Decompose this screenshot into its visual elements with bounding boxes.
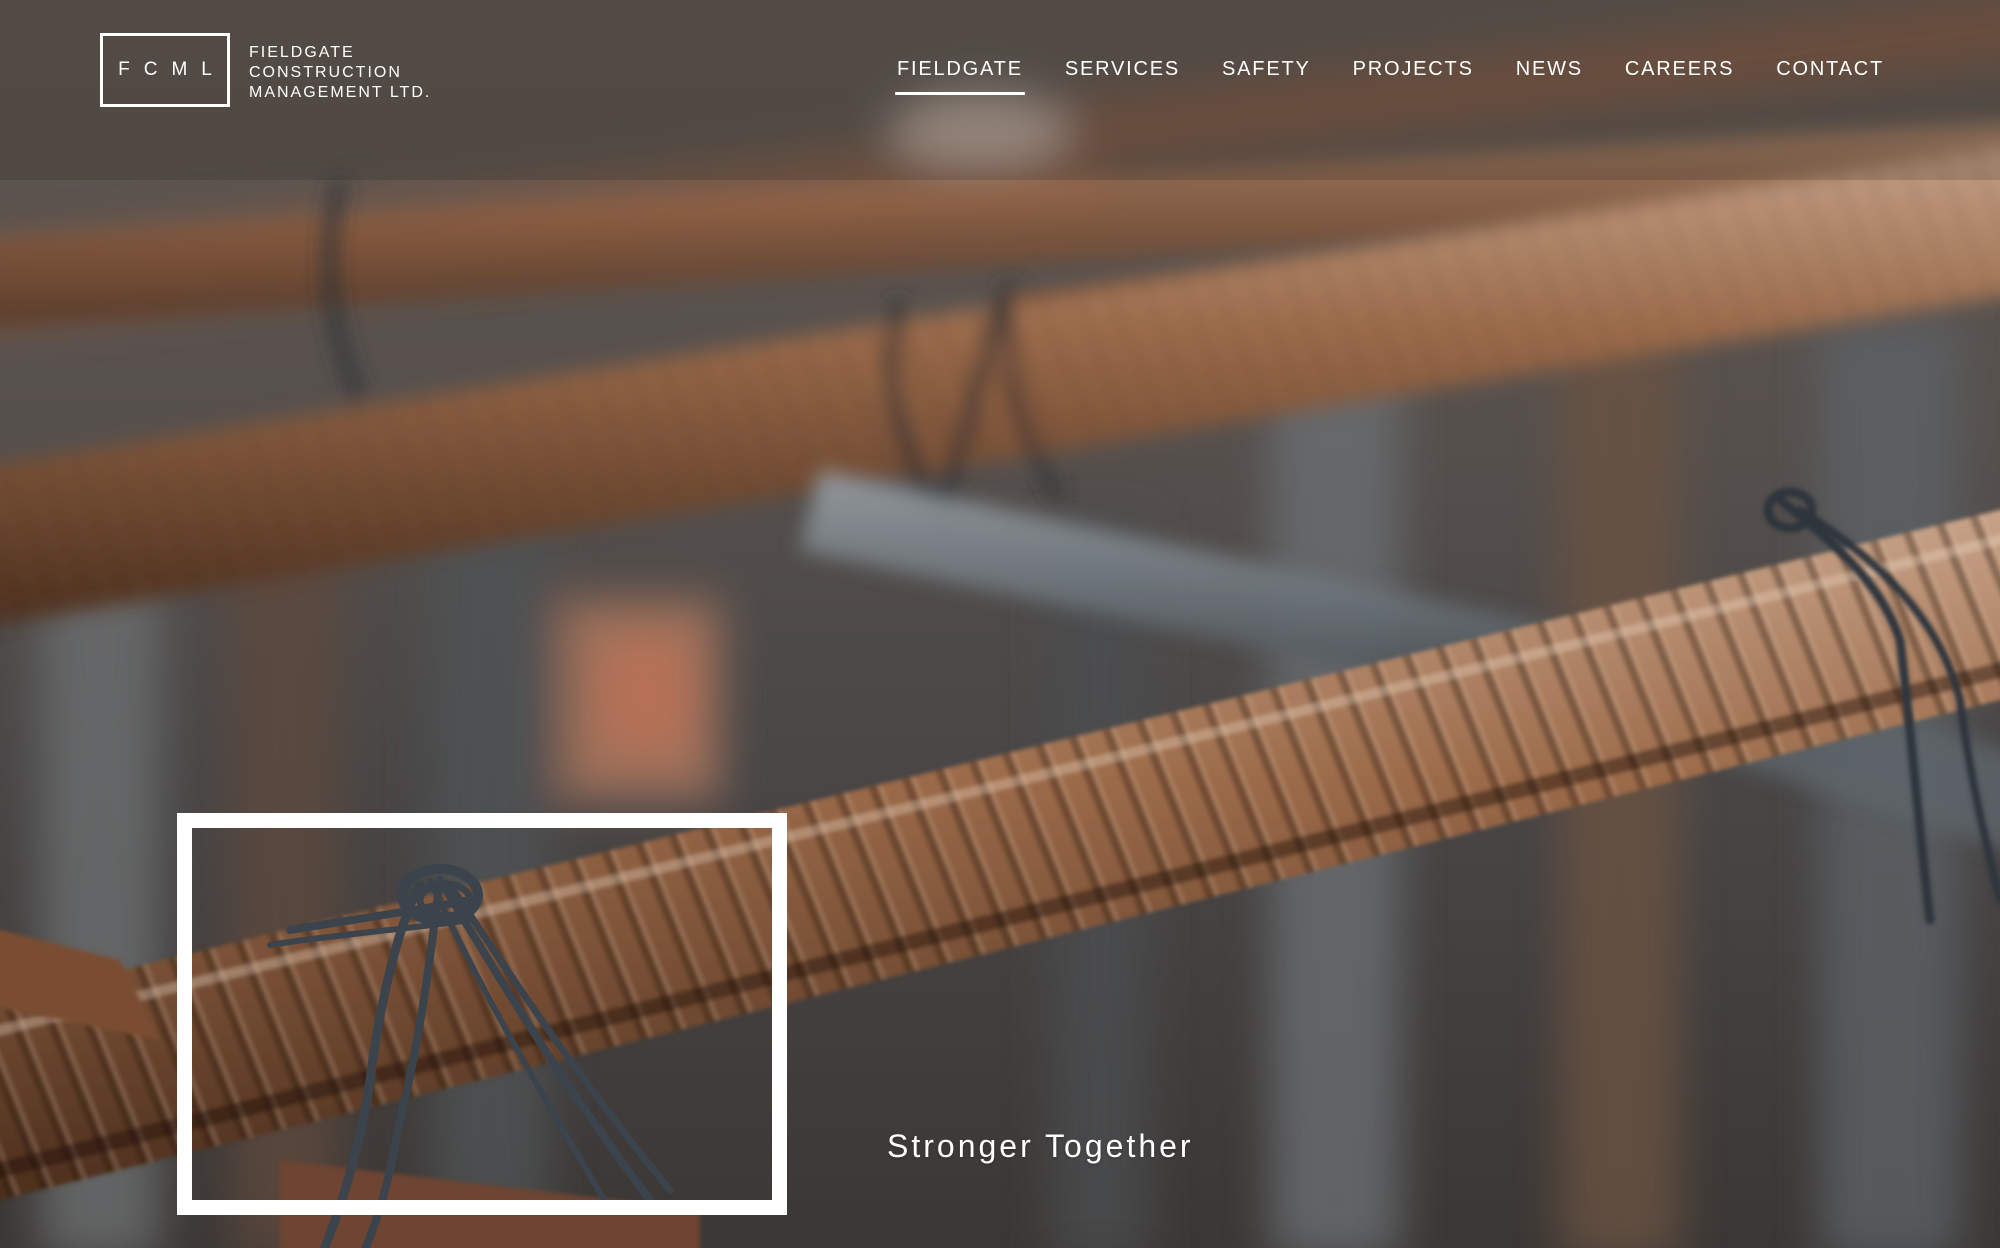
logo-name-line-1: FIELDGATE: [249, 44, 355, 61]
logo-name-line-3: MANAGEMENT LTD.: [249, 84, 432, 101]
page: FCML FIELDGATE CONSTRUCTION MANAGEMENT L…: [0, 0, 2000, 1248]
nav-item-services[interactable]: SERVICES: [1065, 58, 1180, 89]
nav-item-careers[interactable]: CAREERS: [1625, 58, 1734, 89]
nav-item-projects[interactable]: PROJECTS: [1353, 58, 1474, 89]
decorative-frame: [177, 813, 787, 1215]
nav-item-contact[interactable]: CONTACT: [1776, 58, 1884, 89]
hero-tagline: Stronger Together: [887, 1128, 1194, 1164]
nav-item-fieldgate[interactable]: FIELDGATE: [894, 58, 1025, 95]
main-navigation: FIELDGATE SERVICES SAFETY PROJECTS NEWS …: [855, 58, 1884, 95]
logo-monogram: FCML: [100, 33, 230, 107]
logo-company-name: FIELDGATE CONSTRUCTION MANAGEMENT LTD.: [249, 43, 431, 103]
logo-home-link[interactable]: FCML FIELDGATE CONSTRUCTION MANAGEMENT L…: [100, 33, 431, 107]
logo-name-line-2: CONSTRUCTION: [249, 64, 402, 81]
nav-item-safety[interactable]: SAFETY: [1222, 58, 1311, 89]
nav-item-news[interactable]: NEWS: [1516, 58, 1583, 89]
site-header: FCML FIELDGATE CONSTRUCTION MANAGEMENT L…: [0, 0, 2000, 130]
